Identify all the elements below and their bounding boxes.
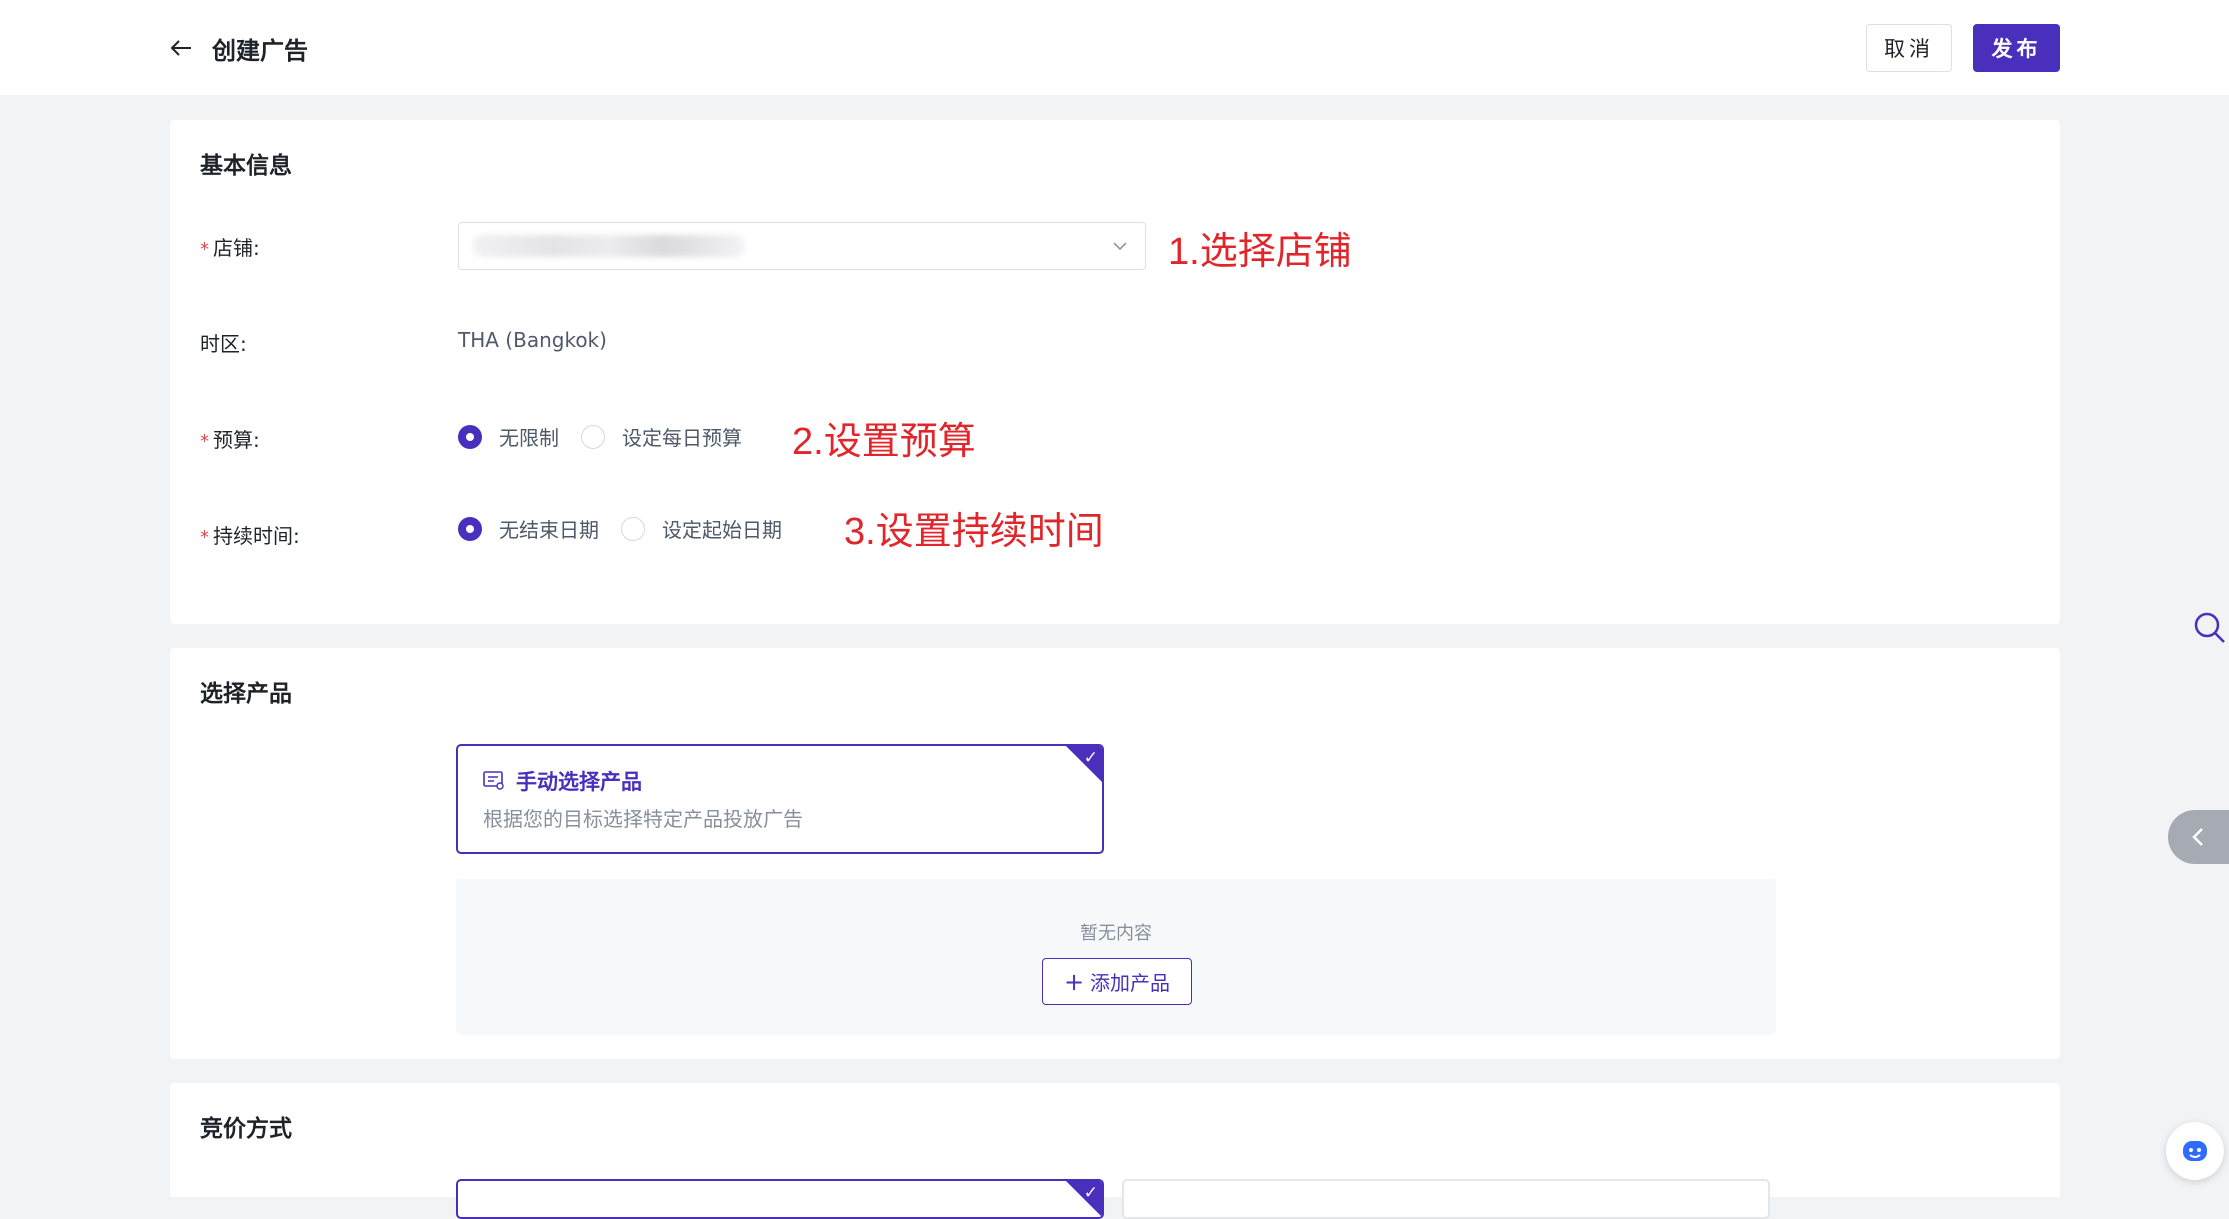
budget-label: * 预算:: [200, 428, 260, 452]
empty-text: 暂无内容: [1080, 923, 1152, 944]
annotation-set-budget: 2.设置预算: [792, 421, 976, 463]
budget-radio-group: 无限制 设定每日预算: [458, 422, 764, 451]
annotation-select-store: 1.选择店铺: [1168, 231, 1352, 273]
duration-radio-start-date[interactable]: [621, 516, 645, 541]
required-mark: *: [200, 239, 209, 260]
cancel-button[interactable]: 取消: [1866, 24, 1952, 72]
bidding-card: 竞价方式 ✓: [170, 1083, 2060, 1219]
check-icon: ✓: [1083, 748, 1098, 768]
top-bar: 创建广告 取消 发布: [0, 0, 2229, 95]
duration-radio-group: 无结束日期 设定起始日期: [458, 514, 804, 543]
duration-option-label[interactable]: 设定起始日期: [662, 514, 782, 543]
timezone-value: THA (Bangkok): [458, 328, 607, 352]
section-title-basic-info: 基本信息: [200, 153, 292, 179]
duration-radio-no-end[interactable]: [458, 516, 482, 541]
bidding-option-2[interactable]: [1122, 1179, 1770, 1219]
manual-select-product-option[interactable]: ✓ 手动选择产品 根据您的目标选择特定产品投放广告: [456, 744, 1104, 854]
publish-button[interactable]: 发布: [1973, 24, 2060, 72]
duration-label: * 持续时间:: [200, 524, 300, 548]
budget-radio-unlimited[interactable]: [458, 424, 482, 449]
bot-icon: [2183, 1141, 2207, 1161]
annotation-set-duration: 3.设置持续时间: [844, 511, 1104, 553]
page-title: 创建广告: [212, 37, 308, 65]
back-button[interactable]: [166, 33, 196, 63]
store-label: * 店铺:: [200, 236, 260, 260]
option-description: 根据您的目标选择特定产品投放广告: [483, 807, 803, 831]
add-product-label: 添加产品: [1090, 971, 1171, 995]
section-title-bidding: 竞价方式: [200, 1116, 292, 1142]
bidding-option-1[interactable]: ✓: [456, 1179, 1104, 1219]
timezone-label: 时区:: [200, 332, 247, 356]
option-title: 手动选择产品: [516, 770, 642, 794]
add-product-button[interactable]: + 添加产品: [1042, 958, 1192, 1005]
side-search-button[interactable]: [2193, 611, 2227, 649]
arrow-left-icon: [170, 40, 191, 56]
store-select-value: [473, 235, 745, 257]
select-product-card: 选择产品 ✓ 手动选择产品 根据您的目标选择特定产品投放广告 暂无内容 + 添加…: [170, 648, 2060, 1059]
chevron-left-icon: [2192, 828, 2203, 846]
budget-option-label[interactable]: 设定每日预算: [622, 422, 742, 451]
budget-radio-daily[interactable]: [581, 424, 605, 449]
plus-icon: +: [1063, 967, 1085, 996]
product-list-empty: 暂无内容 + 添加产品: [456, 879, 1776, 1035]
side-collapse-button[interactable]: [2168, 810, 2229, 864]
basic-info-card: 基本信息 * 店铺: 1.选择店铺 时区: THA (Bangkok) * 预算: …: [170, 120, 2060, 624]
product-list-icon: [483, 771, 504, 790]
duration-option-label[interactable]: 无结束日期: [499, 514, 599, 543]
budget-option-label[interactable]: 无限制: [499, 422, 559, 451]
required-mark: *: [200, 527, 209, 548]
section-title-select-product: 选择产品: [200, 681, 292, 707]
search-icon: [2194, 612, 2225, 643]
required-mark: *: [200, 431, 209, 452]
assistant-bot-button[interactable]: [2166, 1122, 2224, 1180]
chevron-down-icon: [1113, 242, 1127, 251]
store-select[interactable]: [458, 222, 1146, 270]
check-icon: ✓: [1083, 1183, 1098, 1203]
